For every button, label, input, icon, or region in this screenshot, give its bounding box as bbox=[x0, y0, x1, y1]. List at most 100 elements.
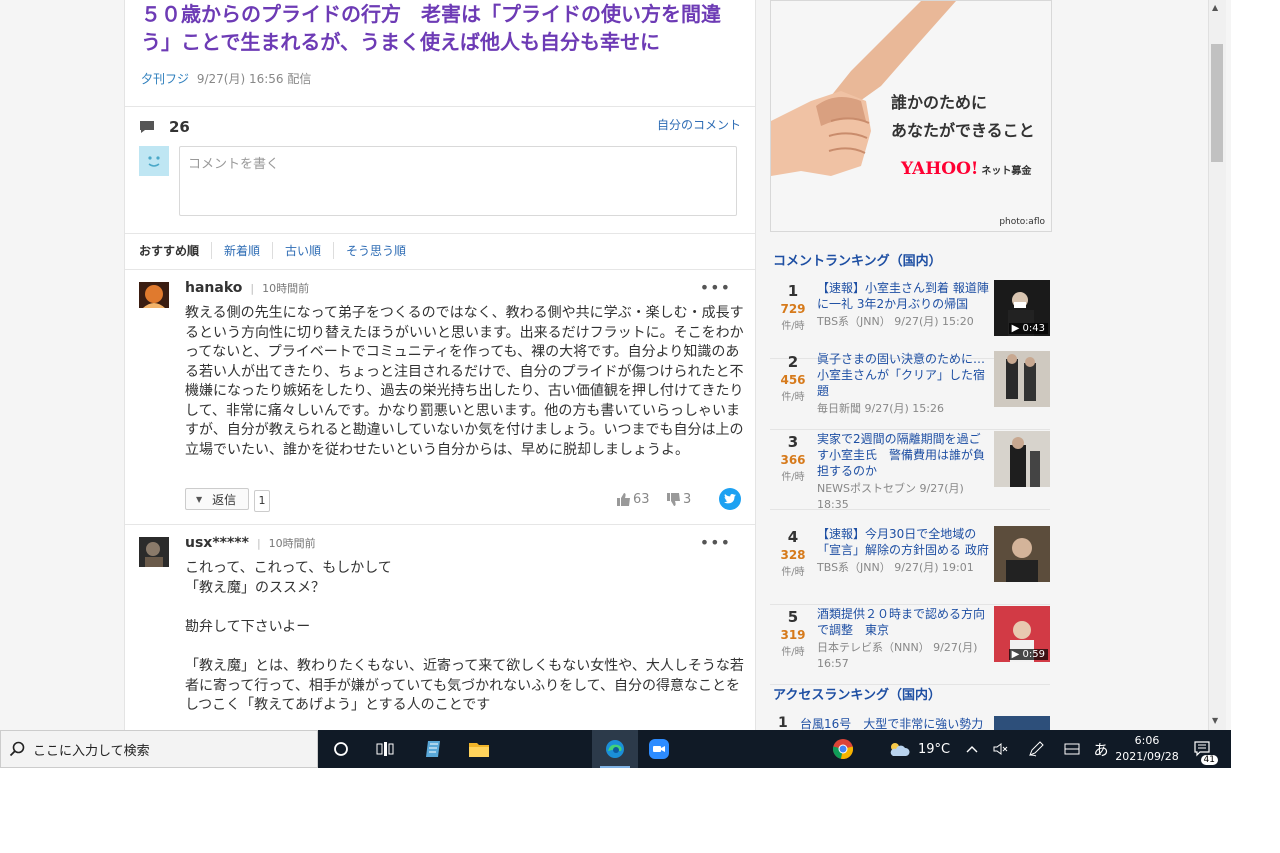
comment-ranking-title[interactable]: コメントランキング（国内） bbox=[773, 250, 942, 269]
rank-headline[interactable]: 【速報】今月30日で全地域の「宣言」解除の方針固める 政府 TBS系（JNN） 9… bbox=[817, 526, 989, 576]
like-count: 63 bbox=[633, 492, 650, 507]
rank-number: 2 bbox=[787, 353, 799, 371]
chrome-browser-icon[interactable] bbox=[820, 730, 866, 768]
rank-number: 4 bbox=[787, 528, 799, 546]
twitter-bird-icon bbox=[724, 494, 736, 504]
article-title[interactable]: ５０歳からのプライドの行方 老害は「プライドの使い方を間違う」ことで生まれるが、… bbox=[141, 0, 731, 56]
comment-count: 26 bbox=[169, 118, 190, 136]
system-clock[interactable]: 6:06 2021/09/28 bbox=[1112, 733, 1182, 765]
video-thumbnail[interactable]: ▶ 0:59 bbox=[994, 606, 1050, 662]
rank-number: 5 bbox=[787, 608, 799, 626]
commenter-name[interactable]: hanako10時間前 bbox=[185, 280, 309, 296]
video-duration: ▶ 0:59 bbox=[1008, 649, 1048, 660]
news-thumbnail[interactable] bbox=[994, 351, 1050, 407]
news-thumbnail[interactable] bbox=[994, 526, 1050, 582]
scrollbar-thumb[interactable] bbox=[1211, 44, 1223, 162]
video-duration: ▶ 0:43 bbox=[1008, 323, 1048, 334]
access-ranking-title[interactable]: アクセスランキング（国内） bbox=[773, 684, 941, 703]
ranking-item[interactable]: 5 319 件/時 酒類提供２０時まで認める方向で調整 東京 日本テレビ系（NNN… bbox=[770, 606, 1050, 685]
comment-item: usx*****10時間前 ••• これって、これって、もしかして 「教え魔」の… bbox=[125, 525, 755, 730]
news-thumbnail[interactable] bbox=[994, 716, 1050, 730]
notification-center-icon[interactable]: 41 bbox=[1188, 730, 1218, 768]
comment-item: hanako10時間前 ••• 教える側の先生になって弟子をつくるのではなく、教… bbox=[125, 270, 755, 524]
comment-time: 10時間前 bbox=[250, 282, 309, 295]
zoom-app-icon[interactable] bbox=[636, 730, 682, 768]
rank-headline[interactable]: 実家で2週間の隔離期間を過ごす小室圭氏 警備費用は誰が負担するのか NEWSポスト… bbox=[817, 431, 989, 513]
comment-input[interactable] bbox=[179, 146, 737, 216]
sort-tab-oldest[interactable]: 古い順 bbox=[272, 242, 333, 259]
speech-bubble-icon bbox=[140, 121, 154, 133]
ranking-item[interactable]: 1 台風16号 大型で非常に強い勢力 bbox=[770, 716, 1050, 730]
divider bbox=[125, 106, 755, 107]
comment-count-header: 26 bbox=[139, 118, 190, 136]
rank-count: 328 bbox=[780, 548, 806, 562]
sort-tab-newest[interactable]: 新着順 bbox=[211, 242, 272, 259]
ranking-item[interactable]: 2 456 件/時 眞子さまの固い決意のために… 小室圭さんが「クリア」した宿題… bbox=[770, 351, 1050, 430]
scroll-up-arrow-icon[interactable]: ▲ bbox=[1212, 3, 1218, 12]
commenter-avatar[interactable] bbox=[139, 537, 169, 567]
speaker-muted-icon[interactable] bbox=[990, 730, 1012, 768]
news-thumbnail[interactable] bbox=[994, 431, 1050, 487]
comment-time: 10時間前 bbox=[257, 537, 316, 550]
chevron-up-icon[interactable] bbox=[962, 730, 982, 768]
comment-body: 教える側の先生になって弟子をつくるのではなく、教わる側や共に学ぶ・楽しむ・成長す… bbox=[185, 305, 744, 458]
rank-count: 319 bbox=[780, 628, 806, 642]
sort-tab-recommended[interactable]: おすすめ順 bbox=[139, 242, 211, 259]
cloud-sun-icon bbox=[890, 743, 910, 756]
ranking-item[interactable]: 4 328 件/時 【速報】今月30日で全地域の「宣言」解除の方針固める 政府 T… bbox=[770, 526, 1050, 605]
thumbs-up-icon bbox=[617, 493, 630, 506]
edge-browser-icon[interactable] bbox=[592, 730, 638, 768]
rank-count: 456 bbox=[780, 373, 806, 387]
more-options-icon[interactable]: ••• bbox=[700, 278, 731, 297]
rank-number: 3 bbox=[787, 433, 799, 451]
reply-button[interactable]: ▼ 返信 bbox=[185, 488, 249, 510]
sort-tab-agree[interactable]: そう思う順 bbox=[333, 242, 418, 259]
triangle-down-icon: ▼ bbox=[196, 494, 203, 504]
my-comments-link[interactable]: 自分のコメント bbox=[657, 116, 741, 133]
advertisement-banner[interactable]: 誰かのために あなたができること YAHOO! ネット募金 photo:aflo bbox=[770, 0, 1052, 232]
ranking-item[interactable]: 1 729 件/時 【速報】小室圭さん到着 報道陣に一礼 3年2か月ぶりの帰国 T… bbox=[770, 280, 1050, 359]
more-options-icon[interactable]: ••• bbox=[700, 533, 731, 552]
windows-taskbar: ここに入力して検索 19°C あ 6:06 2021/09/28 41 bbox=[0, 730, 1231, 768]
rank-headline[interactable]: 眞子さまの固い決意のために… 小室圭さんが「クリア」した宿題 毎日新聞 9/27(… bbox=[817, 351, 989, 417]
article-column: ５０歳からのプライドの行方 老害は「プライドの使い方を間違う」ことで生まれるが、… bbox=[124, 0, 756, 730]
notification-badge: 41 bbox=[1200, 755, 1218, 765]
dislike-button[interactable]: 3 bbox=[667, 492, 691, 507]
smiley-face-icon bbox=[148, 156, 160, 167]
search-placeholder: ここに入力して検索 bbox=[33, 743, 150, 759]
taskbar-search-box[interactable]: ここに入力して検索 bbox=[0, 730, 318, 768]
thumbs-down-icon bbox=[667, 493, 680, 506]
twitter-share-button[interactable] bbox=[719, 488, 741, 510]
keyboard-layout-icon[interactable] bbox=[1060, 730, 1084, 768]
user-avatar bbox=[139, 146, 169, 176]
rank-unit: 件/時 bbox=[781, 567, 805, 578]
divider bbox=[125, 233, 755, 234]
vertical-scrollbar[interactable]: ▲ ▼ bbox=[1208, 0, 1226, 730]
like-button[interactable]: 63 bbox=[617, 492, 650, 507]
ranking-item[interactable]: 3 366 件/時 実家で2週間の隔離期間を過ごす小室圭氏 警備費用は誰が負担す… bbox=[770, 431, 1050, 513]
article-source: 夕刊フジ 9/27(月) 16:56 配信 bbox=[141, 70, 311, 87]
reply-count[interactable]: 1 bbox=[254, 490, 270, 512]
ime-indicator[interactable]: あ bbox=[1090, 730, 1112, 768]
weather-widget[interactable]: 19°C bbox=[888, 730, 950, 768]
file-explorer-icon[interactable] bbox=[456, 730, 502, 768]
source-name[interactable]: 夕刊フジ bbox=[141, 72, 189, 86]
video-thumbnail[interactable]: ▶ 0:43 bbox=[994, 280, 1050, 336]
active-indicator bbox=[600, 766, 630, 768]
publish-date: 9/27(月) 16:56 配信 bbox=[196, 72, 312, 86]
commenter-avatar[interactable] bbox=[139, 282, 169, 308]
rank-headline[interactable]: 酒類提供２０時まで認める方向で調整 東京 日本テレビ系（NNN） 9/27(月) … bbox=[817, 606, 989, 672]
ad-text: 誰かのために あなたができること bbox=[891, 93, 1035, 140]
browser-viewport: ５０歳からのプライドの行方 老害は「プライドの使い方を間違う」ことで生まれるが、… bbox=[0, 0, 1231, 730]
rank-number: 1 bbox=[778, 716, 788, 730]
pen-icon[interactable] bbox=[1024, 730, 1048, 768]
commenter-name[interactable]: usx*****10時間前 bbox=[185, 535, 316, 551]
task-view-icon[interactable] bbox=[362, 730, 408, 768]
rank-count: 729 bbox=[780, 302, 806, 316]
search-icon bbox=[9, 741, 25, 757]
rank-headline[interactable]: 台風16号 大型で非常に強い勢力 bbox=[800, 716, 983, 730]
notepad-app-icon[interactable] bbox=[410, 730, 456, 768]
scroll-down-arrow-icon[interactable]: ▼ bbox=[1212, 716, 1218, 725]
task-view-circle-icon[interactable] bbox=[318, 730, 364, 768]
rank-headline[interactable]: 【速報】小室圭さん到着 報道陣に一礼 3年2か月ぶりの帰国 TBS系（JNN） 9… bbox=[817, 280, 989, 330]
